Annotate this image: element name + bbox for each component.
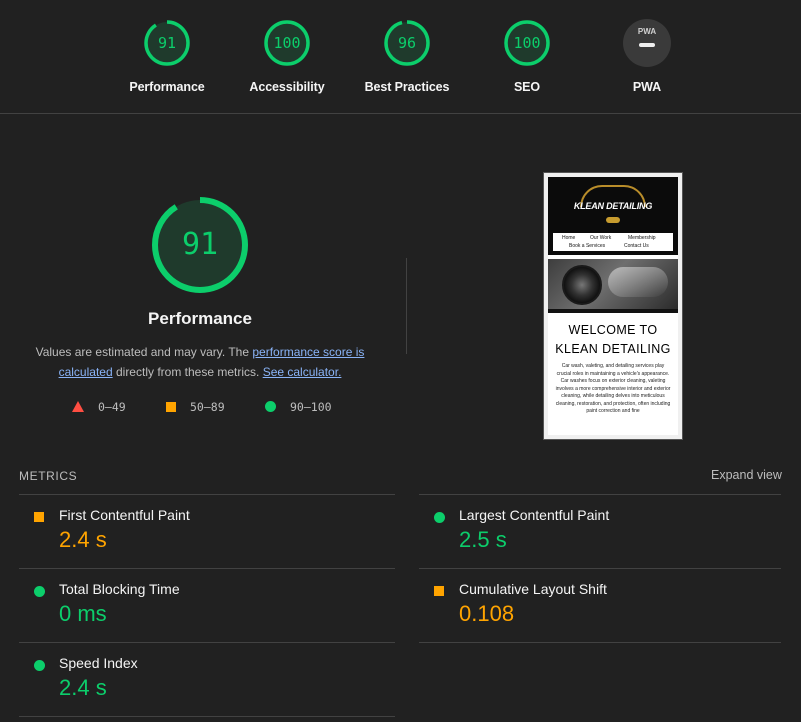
- score-ring: 100: [263, 19, 311, 67]
- metric-name: Total Blocking Time: [59, 581, 180, 597]
- score-ring: 96: [383, 19, 431, 67]
- wheel-image: [562, 265, 602, 305]
- performance-summary: 91 Performance Values are estimated and …: [20, 195, 380, 382]
- gauge-label: Accessibility: [249, 80, 325, 94]
- site-hero-image: [548, 259, 678, 309]
- average-square-icon: [34, 512, 44, 522]
- screenshot-viewport: KLEAN DETAILING Home Our Work Membership…: [548, 177, 678, 435]
- gauge-score: 100: [513, 34, 541, 52]
- metric-value: 2.4 s: [59, 527, 107, 552]
- pass-circle-icon: [434, 512, 445, 523]
- performance-title: Performance: [148, 309, 252, 328]
- see-calculator-link[interactable]: See calculator.: [263, 365, 342, 379]
- metric-divider: [419, 642, 781, 643]
- legend-fail: 0–49: [72, 400, 126, 414]
- gauge-seo[interactable]: 100 SEO: [467, 19, 587, 94]
- performance-description: Values are estimated and may vary. The p…: [30, 343, 370, 382]
- expand-view-button[interactable]: Expand view: [711, 468, 782, 482]
- site-logo-text: KLEAN DETAILING: [573, 201, 653, 211]
- site-body: WELCOME TO KLEAN DETAILING Car wash, val…: [548, 309, 678, 435]
- gauge-label: SEO: [513, 80, 541, 94]
- car-icon: [606, 217, 620, 223]
- score-ring: 100: [503, 19, 551, 67]
- performance-score: 91: [181, 227, 219, 262]
- gauge-score: 91: [157, 34, 177, 52]
- gauge-label: Performance: [129, 80, 205, 94]
- metric-name: Largest Contentful Paint: [459, 507, 610, 523]
- gauge-accessibility[interactable]: 100 Accessibility: [227, 19, 347, 94]
- gauge-score: 96: [397, 34, 417, 52]
- site-nav: Home Our Work Membership Book a Services…: [553, 233, 673, 251]
- average-square-icon: [434, 586, 444, 596]
- gauge-label: PWA: [632, 80, 662, 94]
- metric-value: 0 ms: [59, 601, 107, 626]
- dash-icon: [639, 43, 655, 47]
- final-screenshot[interactable]: KLEAN DETAILING Home Our Work Membership…: [543, 172, 683, 440]
- site-nav-item: Membership: [628, 235, 656, 241]
- score-ring: 91: [143, 19, 191, 67]
- circle-icon: [265, 401, 276, 412]
- site-welcome-heading: WELCOME TO KLEAN DETAILING: [555, 323, 671, 356]
- metric-name: Cumulative Layout Shift: [459, 581, 607, 597]
- metric-value: 2.5 s: [459, 527, 507, 552]
- pwa-badge-icon: PWA: [623, 19, 671, 67]
- gauge-label: Best Practices: [364, 80, 450, 94]
- gauge-best-practices[interactable]: 96 Best Practices: [347, 19, 467, 94]
- site-nav-item: Home: [562, 235, 576, 241]
- legend-fail-label: 0–49: [98, 400, 126, 414]
- metric-value: 2.4 s: [59, 675, 107, 700]
- metric-divider: [19, 494, 395, 495]
- metric-divider: [419, 494, 781, 495]
- legend-pass: 90–100: [265, 400, 332, 414]
- performance-score-ring: 91: [150, 195, 250, 295]
- metric-divider: [419, 568, 781, 569]
- metrics-header: METRICS: [19, 469, 78, 483]
- metric-name: First Contentful Paint: [59, 507, 190, 523]
- category-gauges-bar: 91 Performance 100 Accessibility 96 Best…: [0, 0, 801, 114]
- pass-circle-icon: [34, 586, 45, 597]
- metric-divider: [19, 568, 395, 569]
- legend-average-label: 50–89: [190, 400, 225, 414]
- gauge-performance[interactable]: 91 Performance: [107, 19, 227, 94]
- square-icon: [166, 402, 176, 412]
- site-nav-item: Contact Us: [624, 243, 649, 249]
- metric-name: Speed Index: [59, 655, 138, 671]
- site-logo: KLEAN DETAILING: [562, 185, 664, 223]
- gauge-pwa[interactable]: PWA PWA: [587, 19, 707, 94]
- site-header: KLEAN DETAILING Home Our Work Membership…: [548, 177, 678, 255]
- site-nav-item: Our Work: [590, 235, 612, 241]
- site-nav-item: Book a Services: [569, 243, 606, 249]
- pass-circle-icon: [34, 660, 45, 671]
- vertical-divider: [406, 258, 407, 354]
- desc-middle: directly from these metrics.: [112, 364, 263, 379]
- pwa-badge-text: PWA: [637, 27, 657, 36]
- metric-value: 0.108: [459, 601, 515, 626]
- site-paragraph: Car wash, valeting, and detailing servic…: [555, 363, 671, 414]
- desc-prefix: Values are estimated and may vary. The: [35, 345, 253, 359]
- triangle-icon: [72, 401, 84, 412]
- metric-divider: [19, 642, 395, 643]
- metric-divider: [19, 716, 395, 717]
- gauge-score: 100: [273, 34, 301, 52]
- legend-pass-label: 90–100: [290, 400, 332, 414]
- legend-average: 50–89: [166, 400, 225, 414]
- car-body-image: [608, 267, 668, 297]
